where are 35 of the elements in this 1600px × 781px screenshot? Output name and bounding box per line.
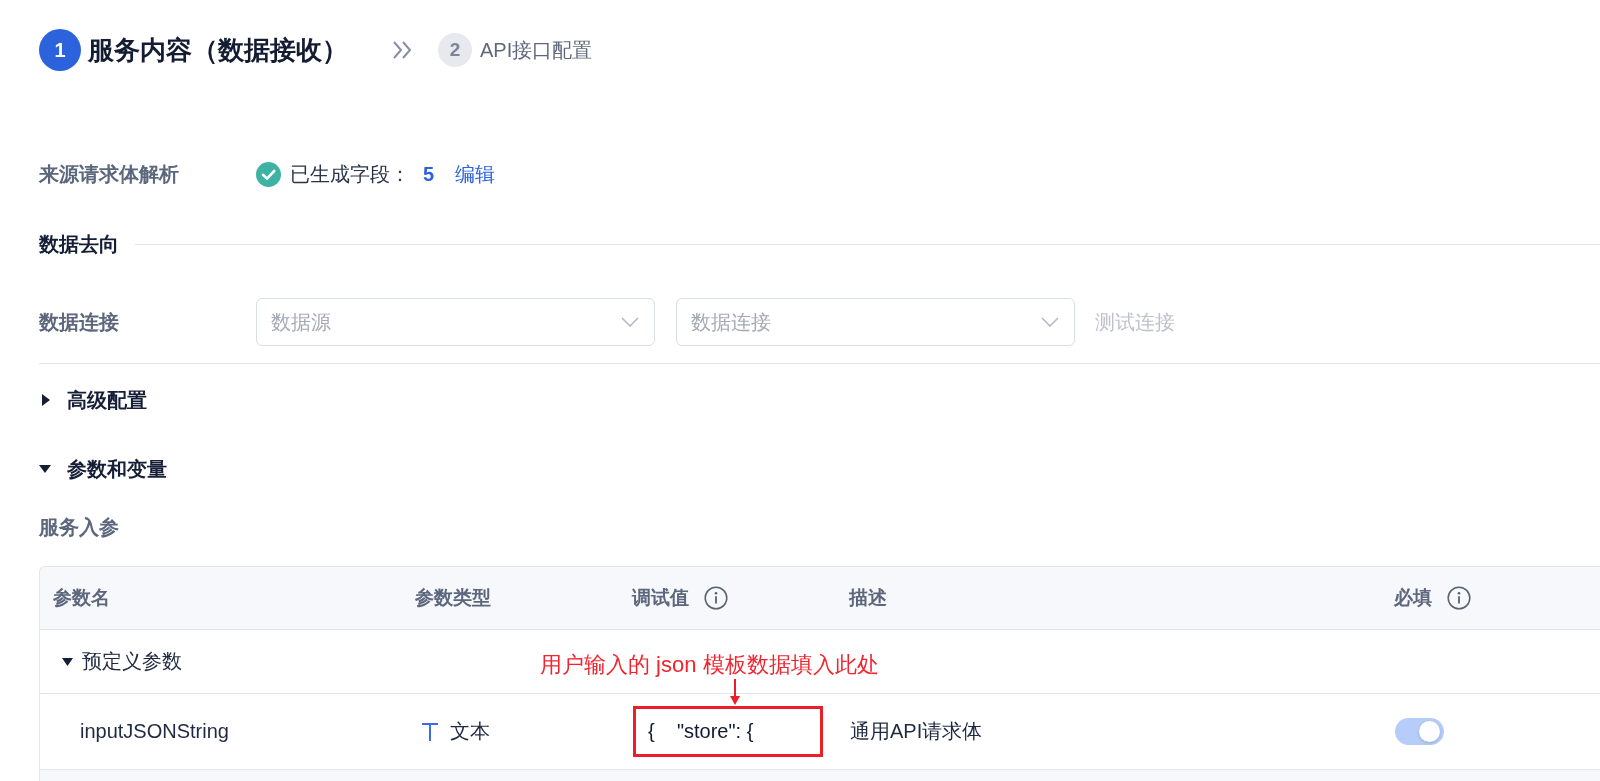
info-icon[interactable] — [1447, 586, 1471, 610]
parameter-description: 通用API请求体 — [850, 719, 983, 744]
status-text: 已生成字段： — [290, 161, 410, 187]
section-title[interactable]: 高级配置 — [67, 386, 147, 414]
column-header: 参数类型 — [415, 586, 491, 610]
column-header: 参数名 — [53, 586, 110, 610]
step-title: 服务内容（数据接收） — [88, 33, 348, 67]
field-label: 数据连接 — [39, 309, 120, 335]
chevron-down-icon — [1041, 317, 1059, 327]
double-chevron-icon — [392, 41, 412, 59]
annotation-arrow — [729, 679, 741, 705]
edit-link[interactable]: 编辑 — [455, 160, 496, 188]
group-label: 预定义参数 — [82, 649, 182, 674]
caret-right-icon[interactable] — [42, 394, 50, 406]
section-title[interactable]: 参数和变量 — [67, 455, 167, 483]
step-number: 2 — [438, 33, 472, 67]
field-label: 来源请求体解析 — [39, 161, 180, 187]
parameter-type: 文本 — [450, 719, 490, 744]
parameter-name: inputJSONString — [80, 720, 229, 743]
column-header: 描述 — [849, 586, 887, 610]
step-number: 1 — [39, 29, 81, 71]
debug-value-field[interactable]: { "store": { — [633, 706, 823, 757]
subsection-label: 服务入参 — [39, 514, 120, 540]
column-header: 调试值 — [632, 586, 689, 610]
step-title: API接口配置 — [480, 37, 593, 63]
section-heading: 数据去向 — [39, 231, 119, 257]
info-icon[interactable] — [704, 586, 728, 610]
caret-down-icon[interactable] — [39, 465, 51, 473]
annotation-text: 用户输入的 json 模板数据填入此处 — [540, 651, 879, 679]
check-circle-icon — [256, 161, 281, 187]
field-count: 5 — [423, 162, 435, 186]
chevron-down-icon — [621, 317, 639, 327]
column-header: 必填 — [1394, 586, 1432, 610]
text-type-icon — [421, 721, 439, 742]
caret-down-icon[interactable] — [62, 657, 73, 666]
